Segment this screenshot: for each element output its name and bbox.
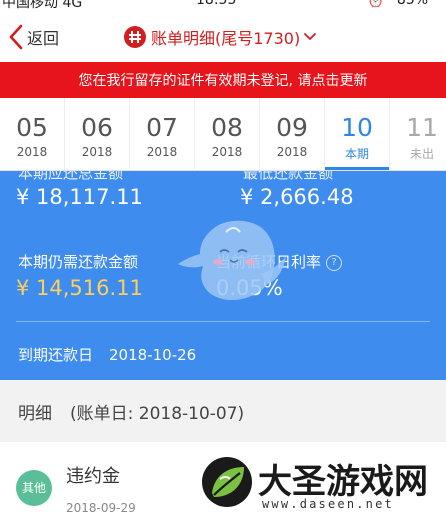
month-sub: 2018: [146, 145, 178, 159]
due-date-label: 到期还款日: [18, 346, 94, 364]
due-date-row: 到期还款日 2018-10-26: [18, 344, 196, 365]
total-due-label: 本期应还总金额: [18, 171, 124, 182]
clock-time: 18:55: [196, 0, 237, 8]
alert-text: 您在我行留存的证件有效期未登记, 请点击更新: [78, 73, 368, 89]
chevron-down-icon: [304, 33, 317, 40]
month-sub: 2018: [16, 145, 48, 159]
page-title: 账单明细(尾号1730): [151, 29, 301, 48]
month-tab[interactable]: 06 2018: [65, 98, 130, 170]
remaining-due-amount: ¥ 14,516.11: [16, 276, 143, 300]
back-button[interactable]: 返回: [8, 22, 59, 52]
card-divider: [16, 321, 430, 322]
id-update-alert-banner[interactable]: 您在我行留存的证件有效期未登记, 请点击更新: [0, 62, 446, 98]
back-label: 返回: [27, 29, 60, 48]
month-tab[interactable]: 07 2018: [130, 98, 195, 170]
month-number: 05: [16, 113, 48, 142]
month-tab[interactable]: 08 2018: [195, 98, 260, 170]
statement-date: (账单日: 2018-10-07): [70, 403, 245, 424]
bill-details-screen: 中国移动 4G 18:55 ⏰ 83% 返回 账单明细(尾号1730) 您在我行…: [0, 0, 446, 514]
info-icon[interactable]: ?: [326, 255, 343, 271]
status-bar: 中国移动 4G 18:55 ⏰ 83%: [0, 0, 446, 12]
month-tab-current[interactable]: 10 本期: [325, 98, 390, 170]
month-tab[interactable]: 09 2018: [260, 98, 325, 170]
site-watermark: 大圣游戏网 www.daseen.net: [196, 452, 446, 514]
battery-level: 83%: [396, 0, 428, 8]
min-payment-label: 最低还款金额: [243, 171, 334, 182]
due-date-value: 2018-10-26: [109, 346, 197, 364]
month-sub: 未出: [409, 147, 434, 161]
month-number: 06: [81, 113, 113, 142]
month-sub: 2018: [211, 145, 243, 159]
month-sub: 2018: [81, 145, 113, 159]
month-sub: 本期: [344, 147, 369, 161]
month-tab-future[interactable]: 11 未出: [390, 98, 446, 170]
month-sub: 2018: [276, 145, 308, 159]
month-number: 11: [406, 113, 438, 142]
remaining-due-label: 本期仍需还款金额: [18, 253, 139, 271]
bill-summary-card: 本期应还总金额 最低还款金额 ¥ 18,117.11 ¥ 2,666.48 本期…: [0, 171, 446, 380]
details-title: 明细: [18, 403, 52, 424]
watermark-url: www.daseen.net: [262, 497, 394, 511]
watermark-title: 大圣游戏网: [258, 462, 428, 502]
leaf-logo-icon: [202, 457, 252, 507]
details-header: 明细 (账单日: 2018-10-07): [0, 380, 446, 442]
mascot-whale-icon: [178, 220, 286, 300]
carrier-text: 中国移动 4G: [2, 0, 83, 11]
month-number: 07: [146, 113, 178, 142]
month-tabs: 05 2018 06 2018 07 2018 08 2018 09 2018 …: [0, 98, 446, 171]
alarm-icon: ⏰: [367, 0, 384, 9]
total-due-amount: ¥ 18,117.11: [16, 185, 143, 209]
month-number: 08: [211, 113, 243, 142]
category-badge: 其他: [16, 470, 52, 506]
month-number: 09: [276, 113, 308, 142]
card-selector[interactable]: 账单明细(尾号1730): [124, 24, 317, 50]
bank-logo-icon: [124, 26, 146, 48]
month-tab[interactable]: 05 2018: [0, 98, 65, 170]
transaction-name: 违约金: [66, 466, 120, 487]
month-number: 10: [341, 113, 373, 142]
nav-bar: 返回 账单明细(尾号1730): [0, 12, 446, 62]
chevron-left-icon: [9, 24, 23, 50]
transaction-date: 2018-09-29: [66, 501, 136, 514]
min-payment-amount: ¥ 2,666.48: [240, 185, 354, 209]
